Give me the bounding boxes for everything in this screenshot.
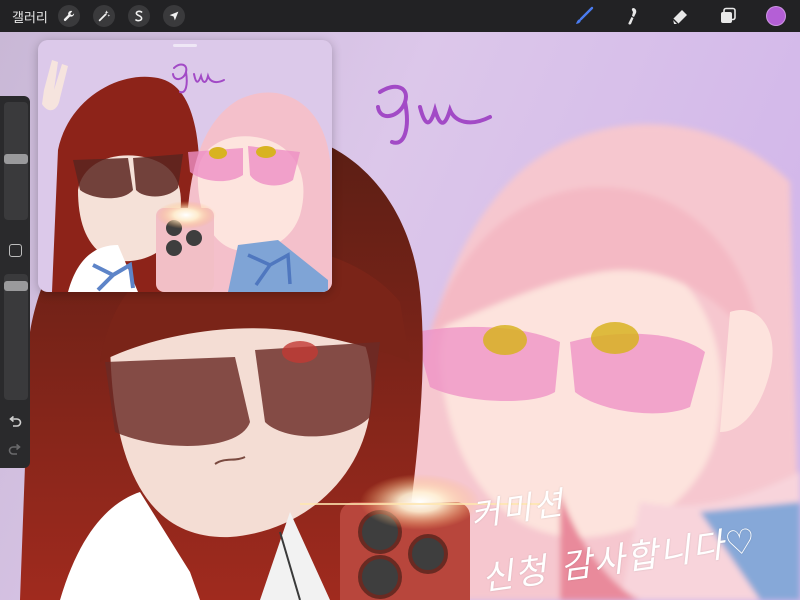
eraser-button[interactable] [668, 4, 692, 28]
reference-window-handle[interactable] [173, 44, 197, 47]
actions-button[interactable] [58, 5, 80, 27]
redo-icon[interactable] [7, 442, 23, 458]
smudge-icon [628, 8, 637, 25]
layers-button[interactable] [716, 4, 740, 28]
toolbar-right-group [548, 0, 794, 32]
top-toolbar: 갤러리 [0, 0, 800, 32]
opacity-thumb[interactable] [4, 280, 28, 291]
brush-button[interactable] [572, 4, 596, 28]
brush-icon [576, 6, 594, 24]
gallery-button[interactable]: 갤러리 [12, 7, 52, 26]
layers-icon [721, 7, 736, 23]
undo-icon[interactable] [7, 414, 23, 430]
opacity-slider[interactable] [4, 274, 28, 400]
reference-image [38, 40, 332, 292]
selection-button[interactable] [128, 5, 150, 27]
left-sidebar [0, 96, 30, 468]
wrench-icon [63, 10, 75, 21]
brush-size-thumb[interactable] [4, 153, 28, 164]
color-swatch-button[interactable] [766, 6, 786, 26]
magic-wand-icon [98, 10, 111, 22]
eraser-icon [672, 10, 687, 25]
smudge-button[interactable] [620, 4, 644, 28]
reference-window[interactable] [38, 40, 332, 292]
selection-s-icon [135, 10, 143, 22]
arrow-cursor-icon [169, 11, 179, 21]
adjustments-button[interactable] [93, 5, 115, 27]
transform-button[interactable] [163, 5, 185, 27]
modify-button[interactable] [9, 244, 22, 257]
